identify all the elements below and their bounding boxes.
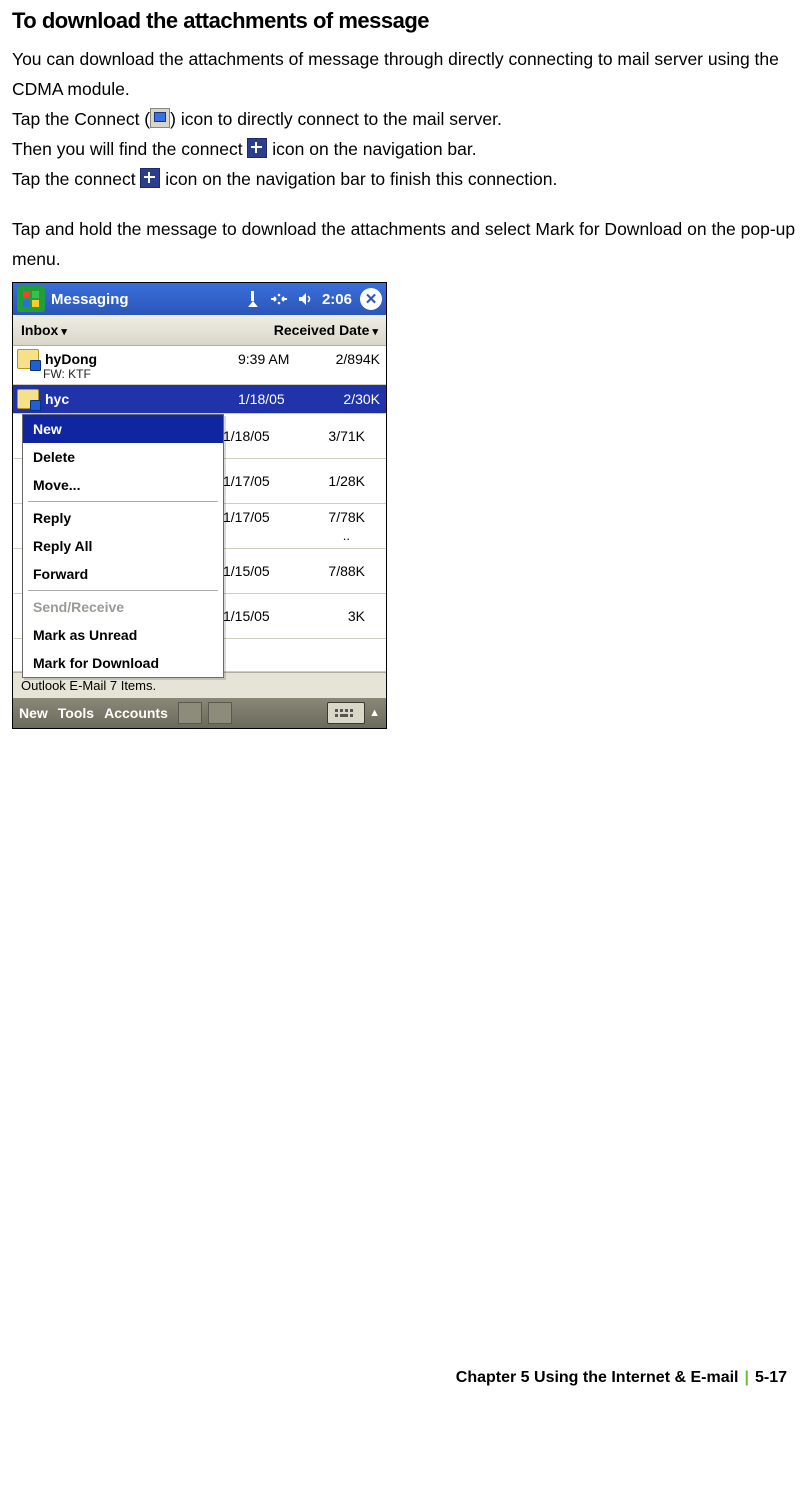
paragraph-1: You can download the attachments of mess…: [12, 44, 799, 104]
keyboard-icon[interactable]: [327, 702, 365, 724]
context-menu: New Delete Move... Reply Reply All Forwa…: [22, 414, 224, 678]
menu-mark-download[interactable]: Mark for Download: [23, 649, 223, 677]
paragraph-2: Tap the Connect ( ) icon to directly conn…: [12, 104, 799, 134]
msg-date: 1/17/05: [223, 473, 301, 489]
msg-date: 1/18/05: [223, 428, 301, 444]
msg-size: 2/30K: [316, 391, 380, 407]
toolbar-icon-2[interactable]: [208, 702, 232, 724]
p4-text-a: Tap the connect: [12, 169, 140, 189]
msg-from: hyc: [45, 391, 238, 407]
message-row[interactable]: hyDong 9:39 AM 2/894K FW: KTF: [13, 346, 386, 385]
page-footer: Chapter 5 Using the Internet & E-mail | 5-…: [12, 1369, 799, 1387]
section-heading: To download the attachments of message: [12, 8, 799, 34]
title-bar: Messaging 2:06 ✕: [13, 283, 386, 315]
clock-time[interactable]: 2:06: [322, 291, 352, 308]
msg-time: 9:39 AM: [238, 351, 316, 367]
msg-size: 7/88K: [301, 563, 365, 579]
connect-nav-icon: [247, 138, 267, 158]
msg-date: 1/15/05: [223, 608, 301, 624]
connectivity-icon[interactable]: [269, 289, 289, 309]
menu-mark-unread[interactable]: Mark as Unread: [23, 621, 223, 649]
connect-icon: [150, 108, 170, 128]
footer-separator: |: [744, 1369, 748, 1386]
p3-text-b: icon on the navigation bar.: [267, 139, 476, 159]
signal-icon[interactable]: [243, 289, 263, 309]
paragraph-4: Tap the connect icon on the navigation b…: [12, 164, 799, 194]
msg-size: 3K: [301, 608, 365, 624]
menu-reply-all[interactable]: Reply All: [23, 532, 223, 560]
command-bar: New Tools Accounts ▲: [13, 698, 386, 728]
cmd-tools[interactable]: Tools: [58, 705, 94, 721]
msg-size: 3/71K: [301, 428, 365, 444]
msg-size: 1/28K: [301, 473, 365, 489]
message-row-selected[interactable]: hyc 1/18/05 2/30K: [13, 385, 386, 414]
paragraph-5: Tap and hold the message to download the…: [12, 214, 799, 274]
close-icon[interactable]: ✕: [360, 288, 382, 310]
app-title: Messaging: [51, 291, 129, 308]
menu-move[interactable]: Move...: [23, 471, 223, 499]
p4-text-b: icon on the navigation bar to finish thi…: [160, 169, 557, 189]
volume-icon[interactable]: [295, 289, 315, 309]
menu-reply[interactable]: Reply: [23, 504, 223, 532]
p2-text-b: ) icon to directly connect to the mail s…: [170, 109, 502, 129]
footer-chapter: Chapter 5 Using the Internet & E-mail: [456, 1369, 739, 1386]
menu-send-receive: Send/Receive: [23, 593, 223, 621]
cmd-new[interactable]: New: [19, 705, 48, 721]
msg-size: 2/894K: [316, 351, 380, 367]
cmd-accounts[interactable]: Accounts: [104, 705, 168, 721]
footer-page: 5-17: [755, 1369, 787, 1386]
msg-size: 7/78K: [301, 509, 365, 525]
msg-date: 1/18/05: [238, 391, 316, 407]
device-screenshot: Messaging 2:06 ✕ Inbox Received Date hyD…: [12, 282, 387, 729]
toolbar-icon-1[interactable]: [178, 702, 202, 724]
mail-attachment-icon: [17, 349, 39, 369]
menu-forward[interactable]: Forward: [23, 560, 223, 588]
msg-subject: FW: KTF: [43, 367, 380, 381]
menu-new[interactable]: New: [23, 415, 223, 443]
mail-attachment-icon: [17, 389, 39, 409]
folder-dropdown[interactable]: Inbox: [21, 322, 67, 338]
sip-up-icon[interactable]: ▲: [369, 707, 380, 719]
msg-extra: ..: [223, 528, 380, 543]
p2-text-a: Tap the Connect (: [12, 109, 150, 129]
start-icon[interactable]: [17, 286, 45, 312]
msg-from: hyDong: [45, 351, 238, 367]
msg-date: 1/15/05: [223, 563, 301, 579]
menu-delete[interactable]: Delete: [23, 443, 223, 471]
connect-nav-icon-2: [140, 168, 160, 188]
list-header: Inbox Received Date: [13, 315, 386, 346]
msg-date: 1/17/05: [223, 509, 301, 525]
p3-text-a: Then you will find the connect: [12, 139, 247, 159]
sort-dropdown[interactable]: Received Date: [274, 322, 378, 338]
paragraph-3: Then you will find the connect icon on t…: [12, 134, 799, 164]
